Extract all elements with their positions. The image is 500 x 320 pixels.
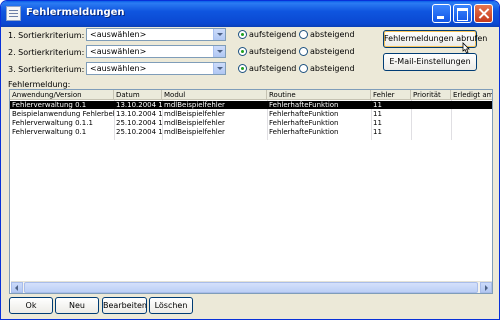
minimize-icon[interactable]	[432, 4, 451, 23]
sort-2-select[interactable]: <auswählen>	[86, 45, 226, 58]
column-header-module[interactable]: Modul	[162, 90, 267, 100]
table-row[interactable]: Fehlerverwaltung 0.1 25.10.2004 1 mdlBei…	[10, 128, 492, 136]
sort-1-value: <auswählen>	[90, 30, 147, 39]
cell-date: 13.10.2004 1	[116, 101, 162, 109]
chevron-down-icon[interactable]	[213, 46, 225, 57]
cell-module: mdlBeispielfehler	[164, 101, 225, 109]
scroll-right-icon[interactable]	[480, 282, 492, 293]
ok-button[interactable]: Ok	[9, 297, 53, 314]
cell-priority	[411, 128, 451, 136]
sort-3-asc-label: aufsteigend	[249, 64, 297, 73]
cell-error: 11	[373, 101, 382, 109]
cell-module: mdlBeispielfehler	[164, 119, 225, 127]
sort-1-desc-radio[interactable]	[299, 30, 308, 39]
list-label: Fehlermeldung:	[8, 80, 71, 89]
maximize-icon[interactable]	[453, 4, 472, 23]
sort-1-desc-label: absteigend	[310, 30, 355, 39]
cell-done	[451, 119, 492, 127]
scroll-left-icon[interactable]	[11, 282, 23, 293]
list-header: Anwendung/Version Datum Modul Routine Fe…	[10, 90, 492, 100]
table-row[interactable]: Fehlerverwaltung 0.1.1 25.10.2004 1 mdlB…	[10, 119, 492, 127]
column-header-routine[interactable]: Routine	[267, 90, 371, 100]
window-title: Fehlermeldungen	[26, 7, 125, 18]
horizontal-scrollbar[interactable]	[11, 281, 492, 293]
chevron-down-icon[interactable]	[213, 29, 225, 40]
sort-3-value: <auswählen>	[90, 64, 147, 73]
cell-app: Beispielanwendung Fehlerbehe	[12, 110, 114, 118]
sort-1-asc-label: aufsteigend	[249, 30, 297, 39]
cell-module: mdlBeispielfehler	[164, 110, 225, 118]
column-header-priority[interactable]: Priorität	[411, 90, 451, 100]
cell-module: mdlBeispielfehler	[164, 128, 225, 136]
cell-priority	[411, 110, 451, 118]
app-icon	[6, 6, 21, 21]
cell-priority	[411, 119, 451, 127]
sort-2-desc-radio[interactable]	[299, 47, 308, 56]
cell-routine: FehlerhafteFunktion	[269, 101, 339, 109]
cell-done	[451, 101, 492, 109]
delete-button[interactable]: Löschen	[149, 297, 193, 314]
cell-routine: FehlerhafteFunktion	[269, 119, 339, 127]
cell-date: 25.10.2004 1	[116, 128, 162, 136]
title-bar[interactable]: Fehlermeldungen	[1, 1, 499, 27]
cell-app: Fehlerverwaltung 0.1.1	[12, 119, 93, 127]
cell-error: 11	[373, 119, 382, 127]
sort-1-label: 1. Sortierkriterium:	[8, 31, 85, 40]
cell-routine: FehlerhafteFunktion	[269, 128, 339, 136]
sort-2-asc-radio[interactable]	[238, 47, 247, 56]
column-header-error[interactable]: Fehler	[371, 90, 411, 100]
cell-app: Fehlerverwaltung 0.1	[12, 128, 87, 136]
sort-2-asc-label: aufsteigend	[249, 47, 297, 56]
sort-2-label: 2. Sortierkriterium:	[8, 48, 85, 57]
new-button[interactable]: Neu	[55, 297, 99, 314]
chevron-down-icon[interactable]	[213, 63, 225, 74]
cell-done	[451, 128, 492, 136]
sort-3-select[interactable]: <auswählen>	[86, 62, 226, 75]
sort-3-asc-radio[interactable]	[238, 64, 247, 73]
cell-done	[451, 110, 492, 118]
sort-1-select[interactable]: <auswählen>	[86, 28, 226, 41]
cell-error: 11	[373, 110, 382, 118]
sort-1-asc-radio[interactable]	[238, 30, 247, 39]
cell-error: 11	[373, 128, 382, 136]
cell-routine: FehlerhafteFunktion	[269, 110, 339, 118]
table-row[interactable]: Beispielanwendung Fehlerbehe 13.10.2004 …	[10, 110, 492, 118]
sort-3-desc-label: absteigend	[310, 64, 355, 73]
cell-date: 13.10.2004 1	[116, 110, 162, 118]
sort-2-desc-label: absteigend	[310, 47, 355, 56]
sort-3-desc-radio[interactable]	[299, 64, 308, 73]
sort-2-value: <auswählen>	[90, 47, 147, 56]
close-icon[interactable]	[474, 4, 493, 23]
sort-3-label: 3. Sortierkriterium:	[8, 65, 85, 74]
cell-app: Fehlerverwaltung 0.1	[12, 101, 87, 109]
fehlermeldungen-window: Fehlermeldungen 1. Sortierkriterium: <au…	[0, 0, 500, 320]
edit-button[interactable]: Bearbeiten	[102, 297, 147, 314]
cell-priority	[411, 101, 451, 109]
table-row[interactable]: Fehlerverwaltung 0.1 13.10.2004 1 mdlBei…	[10, 101, 492, 109]
cell-date: 25.10.2004 1	[116, 119, 162, 127]
column-header-app[interactable]: Anwendung/Version	[10, 90, 114, 100]
column-header-date[interactable]: Datum	[114, 90, 162, 100]
mouse-pointer-icon	[462, 42, 470, 54]
error-list[interactable]: Anwendung/Version Datum Modul Routine Fe…	[9, 89, 493, 294]
scroll-thumb[interactable]	[24, 282, 478, 293]
column-header-done[interactable]: Erledigt am	[451, 90, 492, 100]
